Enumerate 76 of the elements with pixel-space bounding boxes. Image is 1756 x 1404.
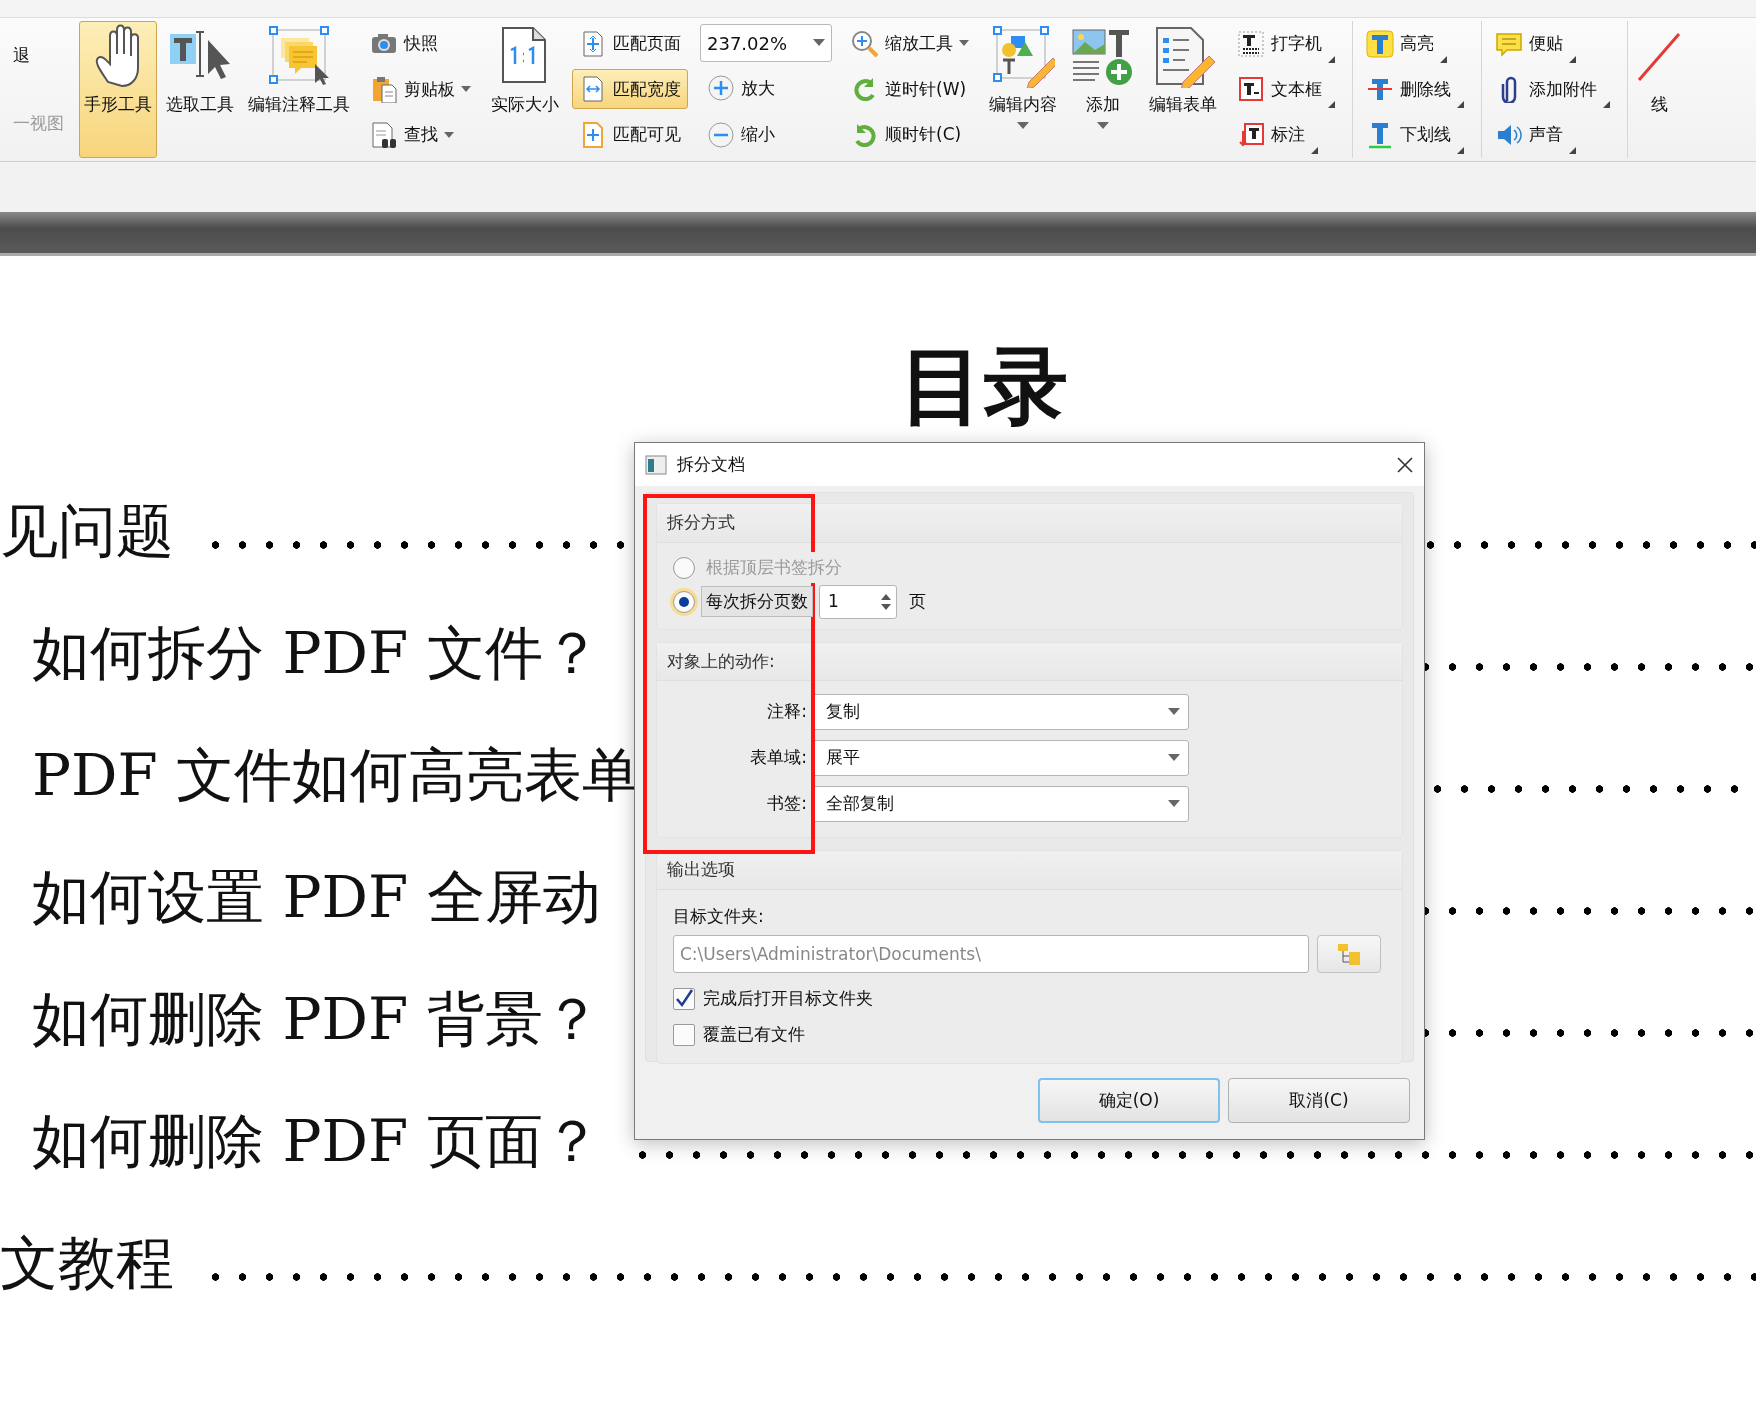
- field-label: 书签:: [766, 792, 808, 816]
- toolbar-item[interactable]: 添加附件: [1488, 69, 1617, 110]
- image-edit-icon: [991, 24, 1055, 88]
- tool-button[interactable]: 选取工具: [161, 21, 239, 158]
- dialog-button[interactable]: 确定(O): [1038, 1078, 1220, 1123]
- section-heading: 拆分方式: [657, 504, 1402, 543]
- tool-button[interactable]: 手形工具: [79, 21, 157, 158]
- caret-icon: [1168, 754, 1180, 762]
- caret-icon: [1168, 708, 1180, 716]
- caret-icon: [813, 39, 825, 48]
- checkbox-label: 覆盖已有文件: [703, 1023, 805, 1047]
- folder-path-field[interactable]: C:\Users\Administrator\Documents\: [673, 935, 1309, 973]
- typewriter-icon: [1237, 29, 1265, 58]
- tool-button[interactable]: 编辑内容: [984, 21, 1062, 158]
- toc-entry[interactable]: 如何设置 PDF 全屏动: [32, 853, 601, 941]
- tool-button[interactable]: 线: [1630, 21, 1688, 158]
- toc-entry[interactable]: 如何拆分 PDF 文件？: [32, 609, 601, 697]
- binoculars-page-icon: [370, 121, 398, 150]
- toolbar-item[interactable]: 下划线: [1359, 115, 1471, 156]
- field-label: 表单域:: [749, 746, 808, 770]
- tool-button[interactable]: 编辑注释工具: [243, 21, 355, 158]
- caret-icon: [1168, 800, 1180, 808]
- section-heading: 输出选项: [657, 851, 1402, 890]
- underline-text-icon: [1366, 121, 1394, 150]
- toolbar-item[interactable]: 放大: [700, 68, 832, 109]
- field-label: 注释:: [766, 700, 808, 724]
- clipboard-icon: [370, 75, 398, 104]
- window-icon: [645, 454, 667, 475]
- zoom-dropdown[interactable]: 237.02%: [700, 24, 832, 63]
- magnifier-icon: [851, 29, 879, 58]
- toolbar-item[interactable]: 退: [6, 35, 71, 76]
- highlight-text-icon: [1366, 29, 1394, 58]
- toolbar-item[interactable]: 匹配可见: [572, 115, 688, 156]
- section-heading: 对象上的动作:: [657, 642, 1402, 681]
- toolbar-item[interactable]: 文本框: [1230, 69, 1342, 110]
- toolbar-item[interactable]: 快照: [363, 23, 478, 64]
- toc-entry[interactable]: 文教程: [0, 1219, 174, 1307]
- toolbar-item[interactable]: 标注: [1230, 115, 1342, 156]
- toc-entry[interactable]: 见问题: [0, 487, 174, 575]
- toolbar-item[interactable]: 剪贴板: [363, 69, 478, 110]
- checkbox[interactable]: [673, 988, 695, 1010]
- toolbar-item[interactable]: 打字机: [1230, 23, 1342, 64]
- radio-label[interactable]: 每次拆分页数: [701, 585, 813, 618]
- dialog-title: 拆分文档: [677, 452, 746, 476]
- toolbar-item[interactable]: 逆时针(W): [844, 69, 976, 110]
- close-button[interactable]: [1396, 455, 1414, 474]
- toolbar-item[interactable]: 缩放工具: [844, 23, 976, 64]
- page-count-spinner[interactable]: 1: [819, 584, 897, 619]
- toolbar-item[interactable]: 查找: [363, 115, 478, 156]
- checkbox[interactable]: [673, 1024, 695, 1046]
- field-label: 目标文件夹:: [673, 904, 764, 928]
- unit-label: 页: [909, 589, 926, 613]
- tool-button[interactable]: 添加: [1066, 21, 1140, 158]
- toolbar-item[interactable]: 匹配页面: [572, 23, 688, 64]
- toolbar-item[interactable]: 缩小: [700, 114, 832, 155]
- toolbar-item[interactable]: 删除线: [1359, 69, 1471, 110]
- dialog-button[interactable]: 取消(C): [1228, 1078, 1410, 1123]
- toolbar-item[interactable]: 便贴: [1488, 23, 1617, 64]
- tool-button[interactable]: 实际大小: [486, 21, 564, 158]
- zoom-out-icon: [707, 120, 735, 149]
- zoom-in-icon: [707, 74, 735, 103]
- toolbar-item[interactable]: 匹配宽度: [572, 69, 688, 110]
- toolbar-item[interactable]: 顺时针(C): [844, 115, 976, 156]
- toc-entry[interactable]: 如何删除 PDF 背景？: [32, 975, 601, 1063]
- close-icon: [1396, 455, 1414, 474]
- folder-tree-icon: [1336, 942, 1362, 966]
- tool-button[interactable]: 编辑表单: [1144, 21, 1222, 158]
- checkbox-label: 完成后打开目标文件夹: [703, 987, 873, 1011]
- toc-entry[interactable]: 如何删除 PDF 页面？: [32, 1097, 601, 1185]
- toolbar-item[interactable]: 声音: [1488, 115, 1617, 156]
- comment-stack-icon: [267, 24, 331, 88]
- page-heading: 目录: [900, 344, 1068, 428]
- radio-button[interactable]: [673, 590, 695, 613]
- text-box-icon: [1237, 75, 1265, 104]
- check-icon: [674, 989, 694, 1009]
- toolbar-item[interactable]: 高亮: [1359, 23, 1471, 64]
